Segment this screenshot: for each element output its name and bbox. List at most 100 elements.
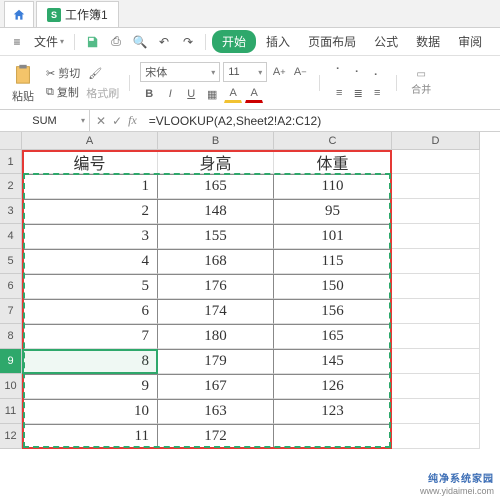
- file-menu[interactable]: 文件 ▾: [30, 30, 68, 53]
- italic-button[interactable]: I: [161, 85, 179, 103]
- column-header[interactable]: B: [158, 132, 274, 150]
- cell[interactable]: 115: [274, 249, 392, 274]
- decrease-font-button[interactable]: A−: [291, 63, 309, 81]
- align-middle-button[interactable]: ⠂: [349, 63, 367, 81]
- cell[interactable]: 6: [22, 299, 158, 324]
- cancel-formula-button[interactable]: ✕: [96, 114, 106, 128]
- cell[interactable]: 3: [22, 224, 158, 249]
- row-header[interactable]: 9: [0, 349, 22, 374]
- name-box[interactable]: SUM ▾: [0, 110, 90, 131]
- cell[interactable]: [392, 299, 480, 324]
- align-left-button[interactable]: ≡: [330, 84, 348, 102]
- cell[interactable]: 体重: [274, 150, 392, 174]
- row-header[interactable]: 10: [0, 374, 22, 399]
- font-family-select[interactable]: 宋体▾: [140, 62, 220, 82]
- copy-button[interactable]: ⧉复制: [46, 84, 80, 100]
- cell[interactable]: 1: [22, 174, 158, 199]
- cell[interactable]: [392, 424, 480, 449]
- cell[interactable]: 11: [22, 424, 158, 449]
- cell[interactable]: 5: [22, 274, 158, 299]
- increase-font-button[interactable]: A+: [270, 63, 288, 81]
- cell[interactable]: 4: [22, 249, 158, 274]
- cell[interactable]: 165: [158, 174, 274, 199]
- cell[interactable]: 126: [274, 374, 392, 399]
- cell[interactable]: 163: [158, 399, 274, 424]
- cell[interactable]: 172: [158, 424, 274, 449]
- formula-input[interactable]: =VLOOKUP(A2,Sheet2!A2:C12): [143, 110, 500, 131]
- cell[interactable]: 150: [274, 274, 392, 299]
- cell[interactable]: [392, 199, 480, 224]
- cell[interactable]: 10: [22, 399, 158, 424]
- cell[interactable]: 2: [22, 199, 158, 224]
- tab-data[interactable]: 数据: [408, 30, 448, 53]
- cell[interactable]: [392, 374, 480, 399]
- tab-start[interactable]: 开始: [212, 30, 256, 53]
- row-header[interactable]: 3: [0, 199, 22, 224]
- font-size-select[interactable]: 11▾: [223, 62, 267, 82]
- tab-review[interactable]: 审阅: [450, 30, 490, 53]
- row-header[interactable]: 12: [0, 424, 22, 449]
- tab-insert[interactable]: 插入: [258, 30, 298, 53]
- cell[interactable]: 9: [22, 374, 158, 399]
- merge-button[interactable]: ▭ 合并: [407, 69, 435, 96]
- cell[interactable]: 155: [158, 224, 274, 249]
- cell[interactable]: 174: [158, 299, 274, 324]
- cut-button[interactable]: ✂剪切: [46, 65, 80, 81]
- cell[interactable]: 156: [274, 299, 392, 324]
- font-color-button[interactable]: A: [245, 85, 263, 103]
- cell[interactable]: 179: [158, 349, 274, 374]
- cell[interactable]: 165: [274, 324, 392, 349]
- cell[interactable]: [274, 424, 392, 449]
- cell[interactable]: 167: [158, 374, 274, 399]
- cell[interactable]: 168: [158, 249, 274, 274]
- cell[interactable]: 180: [158, 324, 274, 349]
- align-center-button[interactable]: ≣: [349, 84, 367, 102]
- align-top-button[interactable]: ⠁: [330, 63, 348, 81]
- column-header[interactable]: C: [274, 132, 392, 150]
- cell[interactable]: [392, 324, 480, 349]
- row-header[interactable]: 1: [0, 150, 22, 174]
- row-header[interactable]: 5: [0, 249, 22, 274]
- preview-button[interactable]: 🔍: [129, 31, 151, 53]
- align-bottom-button[interactable]: ⠄: [368, 63, 386, 81]
- cell[interactable]: 123: [274, 399, 392, 424]
- cell[interactable]: [392, 150, 480, 174]
- workbook-tab[interactable]: S 工作簿1: [36, 1, 119, 27]
- cell[interactable]: 编号: [22, 150, 158, 174]
- tab-formula[interactable]: 公式: [366, 30, 406, 53]
- row-header[interactable]: 7: [0, 299, 22, 324]
- underline-button[interactable]: U: [182, 85, 200, 103]
- format-painter-button[interactable]: 🖌: [86, 64, 104, 82]
- cell[interactable]: [392, 274, 480, 299]
- cell[interactable]: [392, 174, 480, 199]
- borders-button[interactable]: ▦: [203, 85, 221, 103]
- accept-formula-button[interactable]: ✓: [112, 114, 122, 128]
- paste-group[interactable]: 粘贴: [6, 61, 40, 104]
- cell[interactable]: 148: [158, 199, 274, 224]
- row-header[interactable]: 4: [0, 224, 22, 249]
- select-all-corner[interactable]: [0, 132, 22, 150]
- column-header[interactable]: D: [392, 132, 480, 150]
- undo-button[interactable]: ↶: [153, 31, 175, 53]
- cell[interactable]: 身高: [158, 150, 274, 174]
- cell[interactable]: 7: [22, 324, 158, 349]
- cell[interactable]: 145: [274, 349, 392, 374]
- cell[interactable]: 110: [274, 174, 392, 199]
- fx-icon[interactable]: fx: [128, 113, 137, 128]
- home-tab[interactable]: [4, 1, 34, 27]
- cell[interactable]: 8: [22, 349, 158, 374]
- app-menu-button[interactable]: ≡: [6, 31, 28, 53]
- row-header[interactable]: 11: [0, 399, 22, 424]
- print-button[interactable]: ⎙: [105, 31, 127, 53]
- cell[interactable]: 101: [274, 224, 392, 249]
- save-button[interactable]: [81, 31, 103, 53]
- bold-button[interactable]: B: [140, 85, 158, 103]
- fill-color-button[interactable]: A: [224, 85, 242, 103]
- cell[interactable]: [392, 349, 480, 374]
- cell[interactable]: [392, 399, 480, 424]
- cell[interactable]: [392, 249, 480, 274]
- cell[interactable]: 176: [158, 274, 274, 299]
- column-header[interactable]: A: [22, 132, 158, 150]
- row-header[interactable]: 6: [0, 274, 22, 299]
- align-right-button[interactable]: ≡: [368, 84, 386, 102]
